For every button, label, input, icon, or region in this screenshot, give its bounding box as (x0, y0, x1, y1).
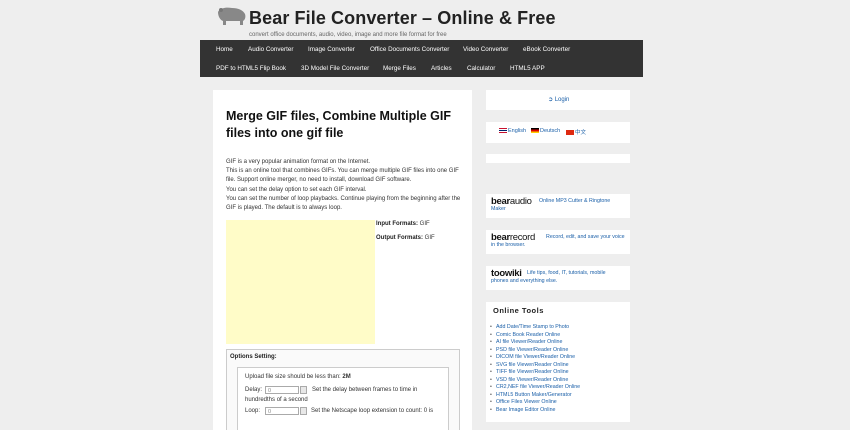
lang-chinese-label: 中文 (575, 130, 587, 136)
tool-link[interactable]: Office Files Viewer Online (490, 399, 557, 405)
nav-articles[interactable]: Articles (431, 65, 452, 72)
toowiki-link[interactable]: Life tips, food, IT, tutorials, mobile p… (491, 270, 621, 285)
delay-input[interactable]: 0 (265, 386, 299, 394)
toowiki-box[interactable]: toowiki Life tips, food, IT, tutorials, … (486, 266, 630, 290)
uk-flag-icon (499, 128, 507, 134)
description-line: You can set the delay option to set each… (226, 186, 367, 193)
nav-html5-app[interactable]: HTML5 APP (510, 65, 545, 72)
tool-description: GIF is a very popular animation format o… (226, 158, 462, 213)
site-title[interactable]: Bear File Converter – Online & Free (249, 8, 556, 29)
loop-stepper[interactable] (300, 407, 307, 415)
delay-label: Delay: (245, 387, 263, 393)
upload-limit-label: Upload file size should be less than: (245, 374, 341, 380)
description-line: GIF is a very popular animation format o… (226, 159, 371, 165)
delay-hint: Set the delay between frames to time in (312, 387, 418, 393)
tool-link[interactable]: DICOM file Viewer/Reader Online (490, 354, 575, 360)
nav-ebook-converter[interactable]: eBook Converter (523, 46, 570, 53)
bearrecord-link[interactable]: Record, edit, and save your voice in the… (491, 234, 627, 249)
upload-limit-value: 2M (342, 374, 351, 380)
delay-stepper[interactable] (300, 386, 307, 394)
nav-3d-model-file-converter[interactable]: 3D Model File Converter (301, 65, 369, 72)
language-box: English Deutsch 中文 (486, 122, 630, 143)
output-formats-value: GIF (424, 235, 435, 241)
site-header: Bear File Converter – Online & Free conv… (0, 0, 850, 40)
bearaudio-link[interactable]: Online MP3 Cutter & Ringtone Maker (491, 198, 623, 213)
login-box: ➲ Login (486, 90, 630, 110)
lang-deutsch[interactable]: Deutsch (531, 128, 560, 134)
empty-sidebar-box (486, 154, 630, 163)
tool-link[interactable]: Comic Book Reader Online (490, 332, 560, 338)
tool-link[interactable]: HTML5 Button Maker/Generator (490, 392, 572, 398)
output-formats-label: Output Formats: (376, 235, 423, 241)
main-content: Merge GIF files, Combine Multiple GIF fi… (213, 90, 472, 430)
page-title: Merge GIF files, Combine Multiple GIF fi… (226, 109, 452, 140)
tool-link[interactable]: CR2,NEF file Viewer/Reader Online (490, 384, 580, 390)
lang-chinese[interactable]: 中文 (566, 128, 586, 136)
german-flag-icon (531, 128, 539, 134)
input-formats-value: GIF (419, 221, 430, 227)
login-icon: ➲ (548, 97, 554, 103)
upload-limit: Upload file size should be less than: 2M (245, 374, 351, 380)
loop-input[interactable]: 0 (265, 407, 299, 415)
tool-link[interactable]: AI file Viewer/Reader Online (490, 339, 562, 345)
options-title: Options Setting: (230, 354, 277, 360)
loop-hint: Set the Netscape loop extension to count… (311, 408, 434, 414)
bearaudio-box[interactable]: bearaudio Online MP3 Cutter & Ringtone M… (486, 194, 630, 218)
nav-home[interactable]: Home (216, 46, 233, 53)
online-tools-header: Online Tools (486, 302, 630, 316)
bearrecord-box[interactable]: bearrecord Record, edit, and save your v… (486, 230, 630, 254)
main-nav: Home Audio Converter Image Converter Off… (200, 40, 643, 77)
tool-link[interactable]: Bear Image Editor Online (490, 407, 556, 413)
tool-link[interactable]: SVG file Viewer/Reader Online (490, 362, 569, 368)
lang-english-label: English (508, 128, 527, 134)
lang-english[interactable]: English (499, 128, 526, 134)
tool-link[interactable]: PSD file Viewer/Reader Online (490, 347, 568, 353)
nav-calculator[interactable]: Calculator (467, 65, 495, 72)
description-line: This is an online tool that combines GIF… (226, 168, 459, 184)
delay-hint-cont: hundredths of a second (245, 397, 308, 403)
input-formats: Input Formats: GIF (376, 221, 430, 227)
login-label: Login (554, 97, 570, 103)
output-formats: Output Formats: GIF (376, 235, 435, 241)
tool-link[interactable]: VSD file Viewer/Reader Online (490, 377, 568, 383)
login-link[interactable]: ➲ Login (548, 96, 569, 103)
bear-logo-icon[interactable] (216, 4, 248, 26)
nav-pdf-to-html5-flip-book[interactable]: PDF to HTML5 Flip Book (216, 65, 286, 72)
nav-video-converter[interactable]: Video Converter (463, 46, 508, 53)
china-flag-icon (566, 130, 574, 136)
input-formats-label: Input Formats: (376, 221, 418, 227)
options-inner-box: Upload file size should be less than: 2M… (237, 367, 449, 430)
tool-link[interactable]: Add Date/Time Stamp to Photo (490, 324, 569, 330)
lang-deutsch-label: Deutsch (540, 128, 561, 134)
nav-office-documents-converter[interactable]: Office Documents Converter (370, 46, 449, 53)
online-tools-title: Online Tools (493, 306, 544, 315)
options-panel: Options Setting: Upload file size should… (226, 349, 460, 430)
loop-label: Loop: (245, 408, 261, 414)
nav-audio-converter[interactable]: Audio Converter (248, 46, 294, 53)
nav-image-converter[interactable]: Image Converter (308, 46, 355, 53)
tool-link[interactable]: TIFF file Viewer/Reader Online (490, 369, 569, 375)
nav-merge-files[interactable]: Merge Files (383, 65, 416, 72)
description-line: You can set the number of loop playbacks… (226, 195, 461, 212)
gif-preview-area (226, 220, 375, 344)
site-tagline: convert office documents, audio, video, … (249, 32, 447, 38)
online-tools-box: Online Tools Add Date/Time Stamp to Phot… (486, 302, 630, 422)
